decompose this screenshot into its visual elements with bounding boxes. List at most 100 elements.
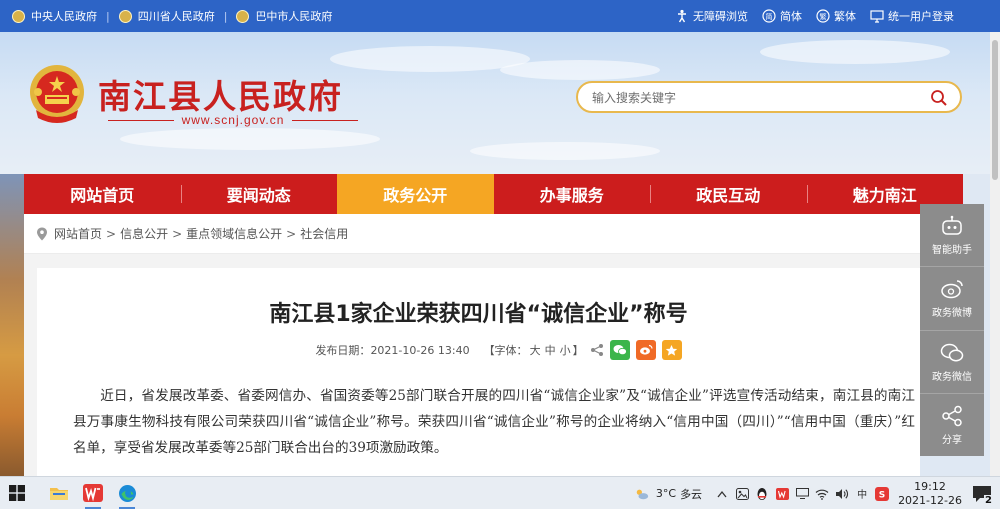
nav-government-affairs[interactable]: 政务公开 xyxy=(337,174,494,214)
file-explorer-button[interactable] xyxy=(42,477,76,509)
national-emblem-icon xyxy=(236,9,250,23)
sogou-input-icon[interactable]: S xyxy=(875,486,890,501)
top-tools: 无障碍浏览 简 简体 繁 繁体 统一用户登录 xyxy=(675,0,954,32)
share-icon[interactable] xyxy=(590,343,604,357)
wps-icon xyxy=(83,484,103,502)
weibo-icon xyxy=(939,277,965,301)
divider xyxy=(108,119,174,121)
breadcrumb-info-disclosure[interactable]: 信息公开 xyxy=(120,225,168,242)
breadcrumb-home[interactable]: 网站首页 xyxy=(54,225,102,242)
favorite-star-icon[interactable] xyxy=(661,340,682,360)
divider xyxy=(292,119,358,121)
article-title: 南江县1家企业荣获四川省“诚信企业”称号 xyxy=(269,302,688,327)
nav-services[interactable]: 办事服务 xyxy=(494,174,651,214)
background-scenery xyxy=(0,174,26,476)
cloud-decoration xyxy=(470,142,660,160)
cloud-decoration xyxy=(120,128,380,150)
article-card: 南江县1家企业荣获四川省“诚信企业”称号 发布日期： 2021-10-26 13… xyxy=(37,268,920,476)
publish-date-label: 发布日期： xyxy=(315,344,371,357)
national-emblem-logo[interactable] xyxy=(26,62,88,128)
svg-text:S: S xyxy=(879,490,885,500)
partly-cloudy-icon xyxy=(635,487,649,501)
font-large-button[interactable]: 大 xyxy=(530,342,541,358)
publish-date: 2021-10-26 13:40 xyxy=(370,343,470,357)
weibo-share-icon[interactable] xyxy=(635,340,656,360)
gov-weibo-button[interactable]: 政务微博 xyxy=(920,267,984,331)
notification-count: 2 xyxy=(984,494,993,506)
page-scrollbar[interactable] xyxy=(990,32,1000,476)
chevron-up-icon[interactable] xyxy=(715,487,729,501)
breadcrumb-key-areas[interactable]: 重点领域信息公开 xyxy=(186,225,282,242)
font-size-label: 【字体： xyxy=(483,344,528,357)
gov-wechat-button[interactable]: 政务微信 xyxy=(920,331,984,394)
volume-icon[interactable] xyxy=(835,487,849,501)
display-tray-icon[interactable] xyxy=(795,487,809,501)
link-sichuan-government[interactable]: 四川省人民政府 xyxy=(118,8,215,24)
cloud-decoration xyxy=(500,60,660,80)
top-bar: 中央人民政府 | 四川省人民政府 | 巴中市人民政府 无障碍浏览 简 简体 繁 … xyxy=(0,0,1000,32)
link-central-government[interactable]: 中央人民政府 xyxy=(12,8,97,24)
nav-interaction[interactable]: 政民互动 xyxy=(650,174,807,214)
svg-text:繁: 繁 xyxy=(820,12,827,21)
article-paragraph: 近日，省发展改革委、省委网信办、省国资委等25部门联合开展的四川省“诚信企业家”… xyxy=(73,388,915,456)
scrollbar-thumb[interactable] xyxy=(992,40,998,180)
folder-icon xyxy=(50,487,68,500)
nav-news[interactable]: 要闻动态 xyxy=(180,174,338,214)
clock-time: 19:12 xyxy=(914,479,946,493)
svg-text:简: 简 xyxy=(766,12,773,21)
site-header: 南江县人民政府 www.scnj.gov.cn xyxy=(0,32,1000,174)
weather-widget[interactable]: 3°C 多云 xyxy=(632,486,702,502)
search-box xyxy=(576,81,962,113)
separator: | xyxy=(106,9,110,23)
accessible-browse-button[interactable]: 无障碍浏览 xyxy=(675,8,748,24)
breadcrumb-social-credit[interactable]: 社会信用 xyxy=(300,225,348,242)
separator: | xyxy=(223,9,228,23)
windows-logo-icon xyxy=(9,485,25,501)
breadcrumb-separator: > xyxy=(286,226,297,241)
input-method-indicator[interactable]: 中 xyxy=(855,487,869,501)
national-emblem-icon xyxy=(118,9,132,23)
taskbar-clock[interactable]: 19:12 2021-12-26 xyxy=(898,480,962,508)
wechat-share-icon[interactable] xyxy=(609,340,630,360)
article-meta: 发布日期： 2021-10-26 13:40 【字体： 大 中 小 】 xyxy=(37,340,920,360)
photos-tray-icon[interactable] xyxy=(735,487,749,501)
simplified-chinese-button[interactable]: 简 简体 xyxy=(762,8,802,24)
search-icon[interactable] xyxy=(928,87,950,109)
edge-icon xyxy=(118,484,136,502)
link-bazhong-government[interactable]: 巴中市人民政府 xyxy=(236,8,332,24)
main-nav: 网站首页 要闻动态 政务公开 办事服务 政民互动 魅力南江 xyxy=(24,174,963,214)
share-icon xyxy=(939,404,965,428)
nav-home[interactable]: 网站首页 xyxy=(24,174,181,214)
location-pin-icon xyxy=(36,227,48,241)
font-small-button[interactable]: 小 xyxy=(560,342,571,358)
wps-office-button[interactable] xyxy=(76,477,110,509)
wps-tray-icon[interactable] xyxy=(775,487,789,501)
search-input[interactable] xyxy=(592,89,912,107)
qq-penguin-icon[interactable] xyxy=(755,487,769,501)
smart-assistant-button[interactable]: 智能助手 xyxy=(920,204,984,268)
top-links: 中央人民政府 | 四川省人民政府 | 巴中市人民政府 xyxy=(0,8,332,24)
breadcrumb-separator: > xyxy=(172,226,183,241)
font-size-close: 】 xyxy=(572,344,584,357)
breadcrumb-separator: > xyxy=(106,226,117,241)
notification-center-button[interactable]: 2 xyxy=(970,482,994,506)
weather-description: 多云 xyxy=(680,487,703,501)
weather-temperature: 3°C xyxy=(655,487,677,500)
font-medium-button[interactable]: 中 xyxy=(545,342,556,358)
national-emblem-icon xyxy=(12,9,25,23)
simplified-icon: 简 xyxy=(762,9,776,23)
wifi-icon[interactable] xyxy=(815,487,829,501)
start-button[interactable] xyxy=(0,477,34,509)
share-button[interactable]: 分享 xyxy=(920,394,984,456)
unified-login-button[interactable]: 统一用户登录 xyxy=(870,8,954,24)
traditional-chinese-button[interactable]: 繁 繁体 xyxy=(816,8,856,24)
robot-icon xyxy=(939,214,965,238)
windows-taskbar: 3°C 多云 中 S 19:12 2021-12-26 2 xyxy=(0,476,1000,509)
edge-browser-button[interactable] xyxy=(110,477,144,509)
clock-date: 2021-12-26 xyxy=(898,493,962,507)
cloud-decoration xyxy=(760,40,950,64)
site-name: 南江县人民政府 xyxy=(98,77,343,116)
wechat-icon xyxy=(939,341,965,365)
monitor-icon xyxy=(870,9,884,23)
traditional-icon: 繁 xyxy=(816,9,830,23)
